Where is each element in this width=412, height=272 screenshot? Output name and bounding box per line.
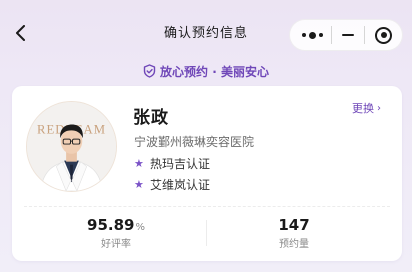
- shield-check-icon: [143, 64, 156, 78]
- star-icon: ★: [134, 178, 144, 191]
- stat-value: 147: [244, 216, 344, 234]
- rating-stat: 95.89% 好评率: [66, 216, 166, 250]
- star-icon: ★: [134, 157, 144, 170]
- certification-item: ★ 热玛吉认证: [134, 155, 210, 172]
- certification-label: 艾维岚认证: [150, 178, 211, 192]
- mini-program-capsule: [289, 19, 403, 51]
- trust-banner: 放心预约 · 美丽安心: [0, 62, 412, 80]
- doctor-name: 张政: [133, 108, 169, 128]
- stat-label: 好评率: [101, 239, 131, 250]
- switch-label: 更换: [352, 102, 374, 115]
- trust-text: 放心预约 · 美丽安心: [160, 64, 269, 79]
- rating-value: 95.89: [87, 216, 135, 234]
- card-divider: [24, 206, 390, 207]
- rating-unit: %: [135, 222, 145, 233]
- more-dots-icon[interactable]: [294, 31, 331, 39]
- stat-value: 95.89%: [66, 216, 166, 234]
- switch-doctor-button[interactable]: 更换 ›: [352, 100, 381, 116]
- close-circle-icon[interactable]: [365, 26, 402, 44]
- certification-label: 热玛吉认证: [150, 157, 211, 171]
- chevron-right-icon: ›: [377, 102, 381, 114]
- stat-divider: [206, 220, 207, 246]
- stat-label: 预约量: [279, 239, 309, 250]
- doctor-card: REDREAM 张政 更换 › 宁波鄞州薇琳奕容医院 ★ 热玛吉认: [12, 86, 402, 261]
- appointments-stat: 147 预约量: [244, 216, 344, 250]
- doctor-avatar: REDREAM: [26, 101, 117, 192]
- appointments-value: 147: [278, 216, 310, 234]
- certification-item: ★ 艾维岚认证: [134, 176, 210, 193]
- hospital-name: 宁波鄞州薇琳奕容医院: [134, 135, 255, 149]
- minimize-icon[interactable]: [332, 33, 365, 37]
- nav-bar: 确认预约信息: [0, 0, 412, 62]
